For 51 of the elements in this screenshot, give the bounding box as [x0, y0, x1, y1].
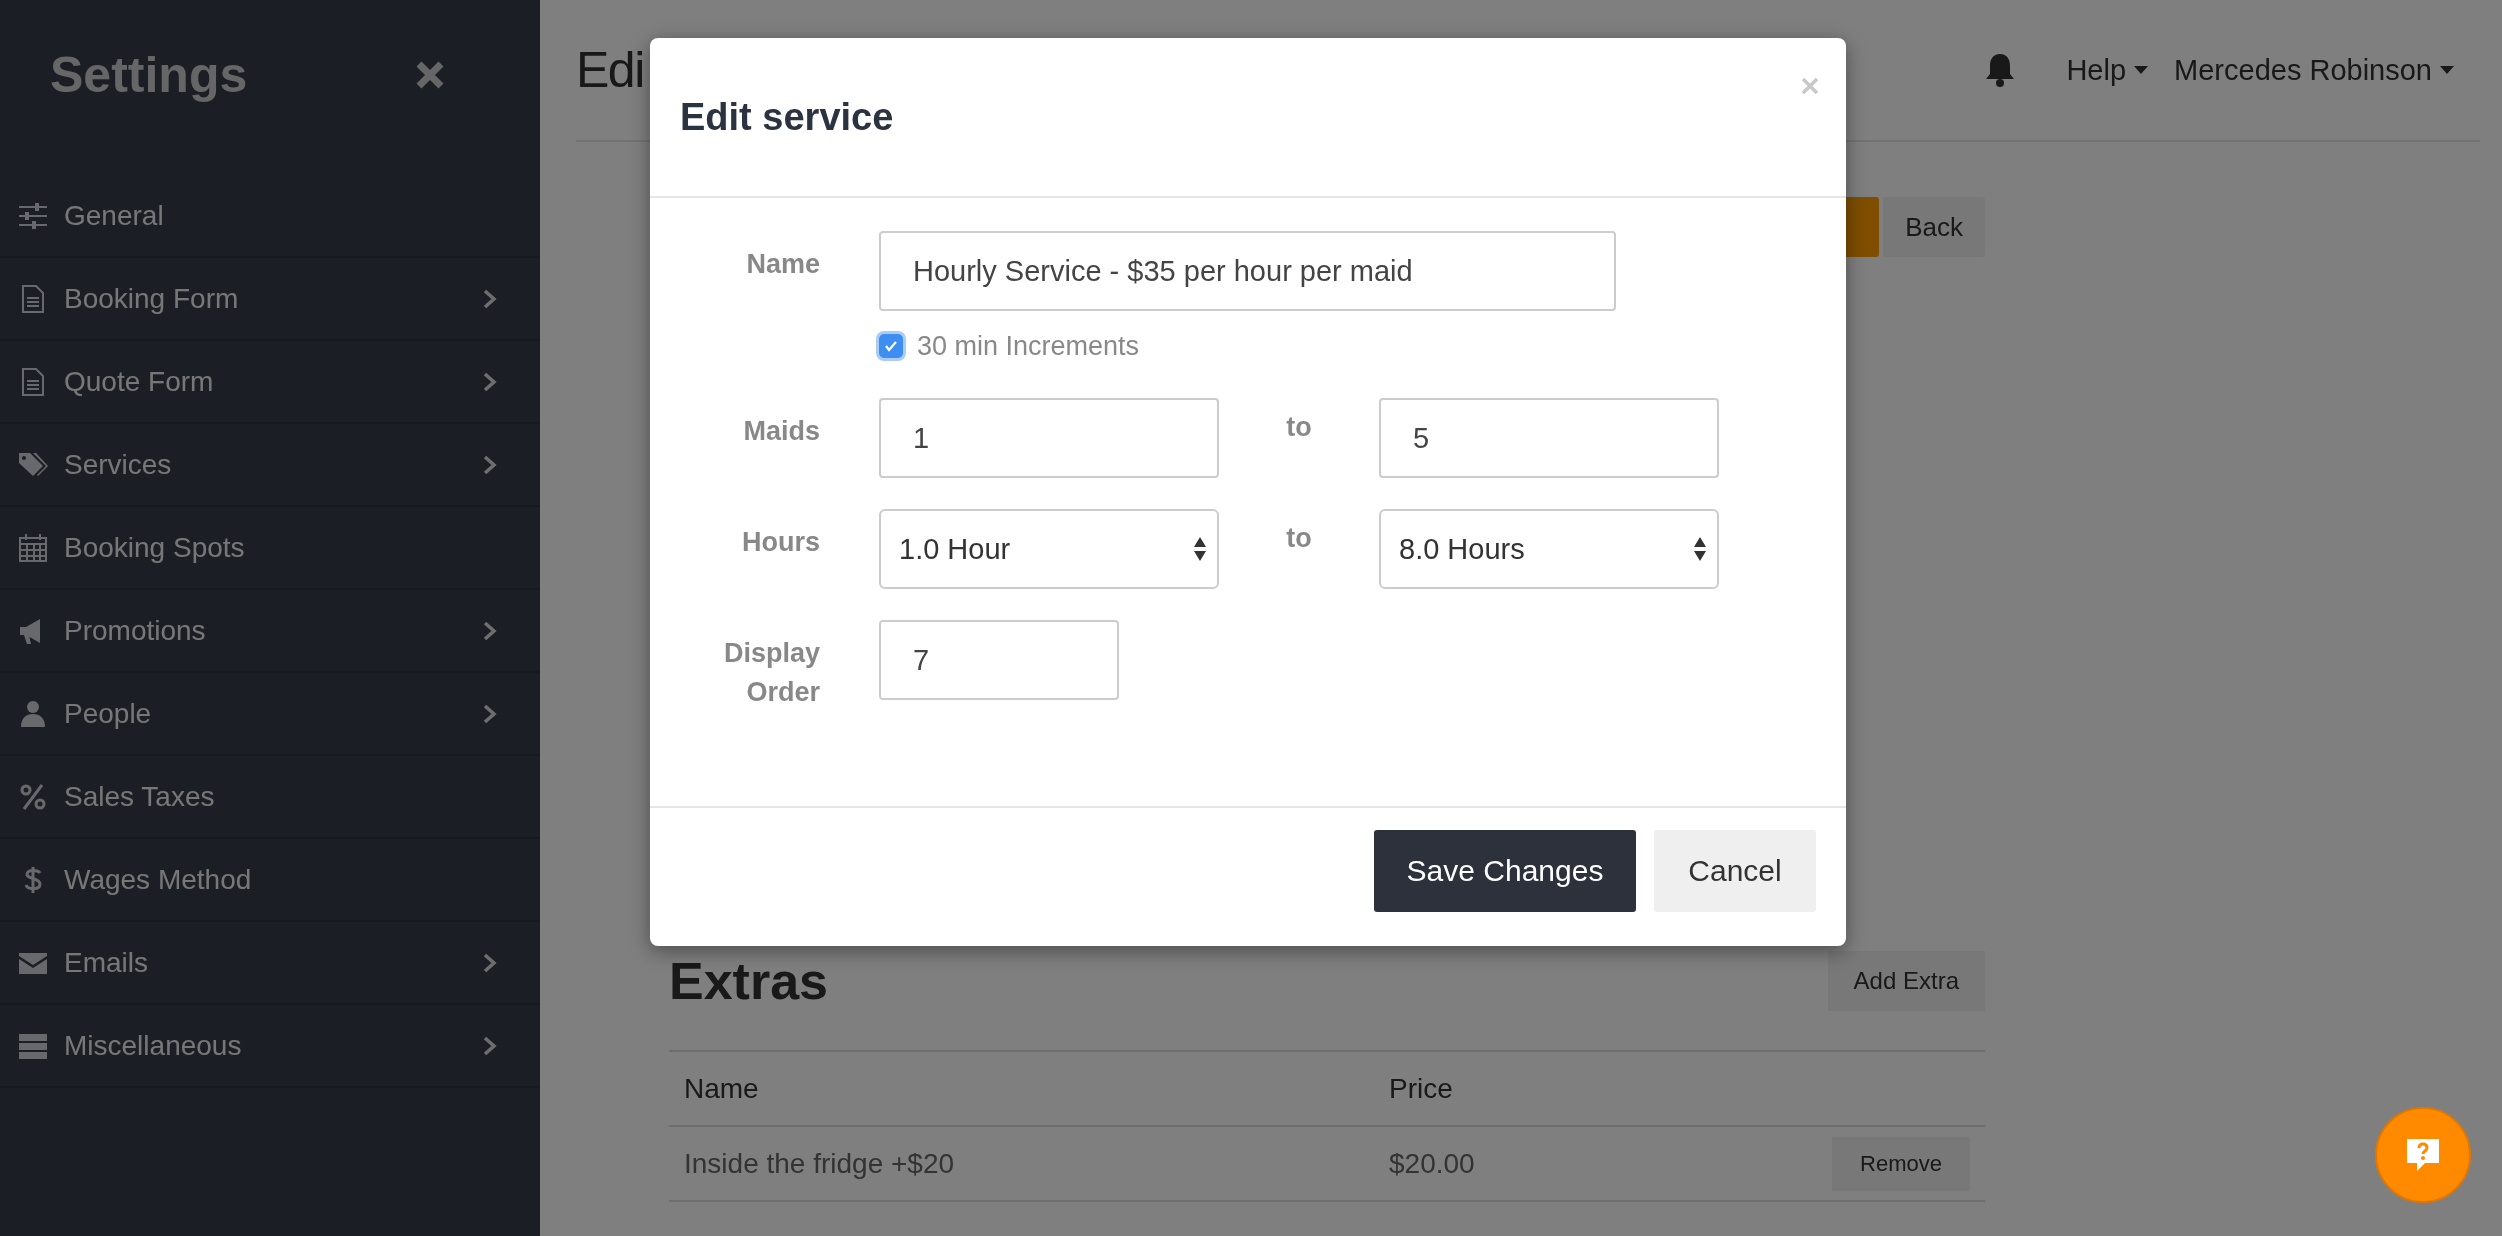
caret-icon — [2134, 66, 2149, 74]
remove-button[interactable]: Remove — [1832, 1136, 1970, 1191]
sidebar-item[interactable]: Booking Form — [0, 258, 540, 341]
sidebar-item[interactable]: People — [0, 673, 540, 756]
checkbox-label: 30 min Increments — [917, 330, 1140, 362]
close-icon[interactable] — [1800, 76, 1820, 96]
number-field[interactable]: 1 — [879, 398, 1219, 478]
sidebar-item[interactable]: Booking Spots — [0, 507, 540, 590]
sidebar-item[interactable]: Quote Form — [0, 341, 540, 424]
calendar-icon — [18, 532, 48, 563]
field-label: Maids — [742, 415, 821, 448]
section-heading: Extras — [669, 951, 828, 1011]
sidebar-title: Settings — [50, 46, 248, 104]
name-field[interactable]: Hourly Service - $35 per hour per maid — [879, 231, 1616, 311]
save-button[interactable]: Save Changes — [1374, 830, 1636, 912]
up-down-arrows-icon — [1193, 536, 1207, 562]
range-separator: to — [1285, 411, 1313, 443]
sidebar-item[interactable]: Miscellaneous — [0, 1005, 540, 1088]
field-label: Name — [745, 248, 821, 281]
close-icon[interactable] — [415, 60, 445, 90]
sidebar-item[interactable]: Sales Taxes — [0, 756, 540, 839]
number-field[interactable]: 5 — [1379, 398, 1719, 478]
bell-icon[interactable] — [1984, 52, 2017, 88]
field-label: Display Order — [722, 637, 821, 710]
sidebar-item[interactable]: General — [0, 175, 540, 258]
checkbox[interactable] — [879, 334, 903, 358]
table-cell-text: $20.00 — [1389, 1147, 1476, 1180]
number-field[interactable]: 7 — [879, 620, 1119, 700]
field-label: Hours — [741, 526, 821, 559]
column-header: Price — [1389, 1072, 1454, 1105]
sidebar-item[interactable]: Promotions — [0, 590, 540, 673]
cancel-button[interactable]: Cancel — [1654, 830, 1816, 912]
table-cell-text: Inside the fridge +$20 — [684, 1147, 956, 1180]
modal-title: Edit service — [680, 95, 894, 139]
back-button[interactable]: Back — [1883, 197, 1985, 257]
sidebar-item[interactable]: Emails — [0, 922, 540, 1005]
sidebar-item[interactable]: Wages Method — [0, 839, 540, 922]
sliders-icon — [18, 200, 48, 231]
percent-icon — [18, 781, 48, 812]
up-down-arrows-icon — [1693, 536, 1707, 562]
dropdown-menu[interactable]: Mercedes Robinson — [2174, 53, 2454, 87]
hours-select[interactable]: 1.0 Hour — [879, 509, 1219, 589]
hours-select[interactable]: 8.0 Hours — [1379, 509, 1719, 589]
dropdown-menu[interactable]: Help — [2066, 53, 2149, 87]
person-icon — [18, 698, 48, 729]
caret-icon — [2440, 66, 2454, 74]
column-header: Name — [684, 1072, 760, 1105]
range-separator: to — [1285, 522, 1313, 554]
add-extra-button[interactable]: Add Extra — [1827, 951, 1985, 1011]
page-title: Edi — [576, 41, 644, 99]
sidebar-item[interactable]: Services — [0, 424, 540, 507]
